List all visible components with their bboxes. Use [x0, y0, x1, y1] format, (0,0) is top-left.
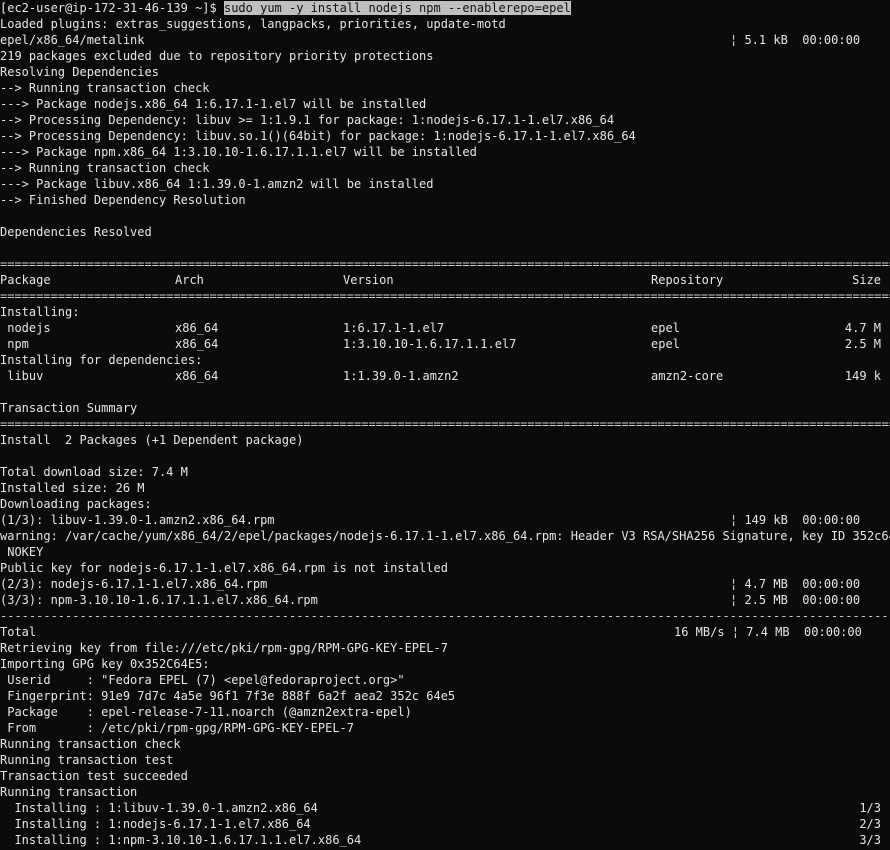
output-line: 219 packages excluded due to repository … [0, 49, 434, 63]
row-version: 1:6.17.1-1.el7 [343, 321, 445, 335]
row-package: libuv [0, 369, 44, 383]
output-line: --> Processing Dependency: libuv >= 1:1.… [0, 113, 615, 127]
selected-command[interactable]: sudo yum -y install nodejs npm --enabler… [223, 1, 571, 15]
row-package: npm [0, 337, 29, 351]
total-stat: 16 MB/s ¦ 7.4 MB 00:00:00 [674, 625, 862, 639]
download-line: (3/3): npm-3.10.10-1.6.17.1.1.el7.x86_64… [0, 592, 890, 608]
download-stat: ¦ 149 kB 00:00:00 [730, 513, 861, 527]
row-size: 149 k [844, 369, 881, 383]
download-size: Total download size: 7.4 M [0, 465, 188, 479]
metalink-label: epel/x86_64/metalink [0, 33, 145, 47]
install-line: Installing : 1:npm-3.10.10-1.6.17.1.1.el… [0, 832, 890, 848]
output-line: ---> Package libuv.x86_64 1:1.39.0-1.amz… [0, 177, 434, 191]
row-arch: x86_64 [175, 321, 219, 335]
output-line: Transaction test succeeded [0, 769, 188, 783]
install-summary: Install 2 Packages (+1 Dependent package… [0, 433, 304, 447]
output-line: --> Running transaction check [0, 81, 210, 95]
download-name: (2/3): nodejs-6.17.1-1.el7.x86_64.rpm [0, 577, 268, 591]
install-progress: 1/3 [859, 801, 881, 815]
install-text: Installing : 1:npm-3.10.10-1.6.17.1.1.el… [0, 833, 362, 847]
download-stat: ¦ 2.5 MB 00:00:00 [730, 593, 861, 607]
output-line: Userid : "Fedora EPEL (7) <epel@fedorapr… [0, 673, 405, 687]
header-arch: Arch [175, 273, 204, 287]
prompt-line: [ec2-user@ip-172-31-46-139 ~]$ sudo yum … [0, 0, 890, 16]
output-line: Fingerprint: 91e9 7d7c 4a5e 96f1 7f3e 88… [0, 689, 456, 703]
output-line: Retrieving key from file:///etc/pki/rpm-… [0, 641, 448, 655]
row-arch: x86_64 [175, 337, 219, 351]
table-row: libuv x86_64 1:1.39.0-1.amzn2 amzn2-core… [0, 368, 890, 384]
output-line: --> Running transaction check [0, 161, 210, 175]
transaction-summary-title: Transaction Summary [0, 401, 138, 415]
table-header-row: Package Arch Version Repository Size [0, 272, 890, 288]
header-size: Size [852, 273, 881, 287]
output-line: ---> Package npm.x86_64 1:3.10.10-1.6.17… [0, 145, 477, 159]
downloading-label: Downloading packages: [0, 497, 152, 511]
output-line: Running transaction test [0, 753, 174, 767]
download-name: (3/3): npm-3.10.10-1.6.17.1.1.el7.x86_64… [0, 593, 318, 607]
output-line: epel/x86_64/metalink ¦ 5.1 kB 00:00:00 [0, 32, 890, 48]
total-line: Total 16 MB/s ¦ 7.4 MB 00:00:00 [0, 624, 890, 640]
download-stat: ¦ 4.7 MB 00:00:00 [730, 577, 861, 591]
row-version: 1:1.39.0-1.amzn2 [343, 369, 459, 383]
output-line: Running transaction [0, 785, 138, 799]
install-progress: 2/3 [859, 817, 881, 831]
output-line: --> Finished Dependency Resolution [0, 193, 246, 207]
row-version: 1:3.10.10-1.6.17.1.1.el7 [343, 337, 517, 351]
terminal-window[interactable]: [ec2-user@ip-172-31-46-139 ~]$ sudo yum … [0, 0, 890, 850]
output-line: ---> Package nodejs.x86_64 1:6.17.1-1.el… [0, 97, 427, 111]
output-line: Package : epel-release-7-11.noarch (@amz… [0, 705, 412, 719]
install-progress: 3/3 [859, 833, 881, 847]
row-package: nodejs [0, 321, 51, 335]
download-name: (1/3): libuv-1.39.0-1.amzn2.x86_64.rpm [0, 513, 275, 527]
output-line: Running transaction check [0, 737, 181, 751]
total-label: Total [0, 625, 37, 639]
output-line: Importing GPG key 0x352C64E5: [0, 657, 210, 671]
output-line: Resolving Dependencies [0, 65, 159, 79]
table-row: npm x86_64 1:3.10.10-1.6.17.1.1.el7 epel… [0, 336, 890, 352]
install-text: Installing : 1:nodejs-6.17.1-1.el7.x86_6… [0, 817, 311, 831]
install-text: Installing : 1:libuv-1.39.0-1.amzn2.x86_… [0, 801, 318, 815]
row-arch: x86_64 [175, 369, 219, 383]
header-package: Package [0, 273, 51, 287]
output-line: Dependencies Resolved [0, 225, 152, 239]
warning-line: warning: /var/cache/yum/x86_64/2/epel/pa… [0, 529, 890, 543]
output-line: --> Processing Dependency: libuv.so.1()(… [0, 129, 636, 143]
installing-label: Installing: [0, 305, 80, 319]
row-size: 4.7 M [844, 321, 881, 335]
row-repository: epel [651, 337, 680, 351]
summary-rule: ========================================… [0, 417, 890, 431]
row-repository: epel [651, 321, 680, 335]
shell-prompt: [ec2-user@ip-172-31-46-139 ~]$ [0, 1, 217, 15]
table-rule-top: ========================================… [0, 257, 890, 271]
row-size: 2.5 M [844, 337, 881, 351]
dash-rule: ----------------------------------------… [0, 609, 890, 623]
nokey-line: NOKEY [0, 545, 44, 559]
install-line: Installing : 1:nodejs-6.17.1-1.el7.x86_6… [0, 816, 890, 832]
deps-label: Installing for dependencies: [0, 353, 203, 367]
output-line: Loaded plugins: extras_suggestions, lang… [0, 17, 506, 31]
install-line: Installing : 1:libuv-1.39.0-1.amzn2.x86_… [0, 800, 890, 816]
installed-size: Installed size: 26 M [0, 481, 145, 495]
row-repository: amzn2-core [651, 369, 724, 383]
metalink-stat: ¦ 5.1 kB 00:00:00 [730, 33, 861, 47]
download-line: (2/3): nodejs-6.17.1-1.el7.x86_64.rpm ¦ 4… [0, 576, 890, 592]
output-line: From : /etc/pki/rpm-gpg/RPM-GPG-KEY-EPEL… [0, 721, 355, 735]
table-rule-mid: ========================================… [0, 289, 890, 303]
header-version: Version [343, 273, 394, 287]
pubkey-line: Public key for nodejs-6.17.1-1.el7.x86_6… [0, 561, 448, 575]
table-row: nodejs x86_64 1:6.17.1-1.el7 epel 4.7 M [0, 320, 890, 336]
download-line: (1/3): libuv-1.39.0-1.amzn2.x86_64.rpm ¦ … [0, 512, 890, 528]
header-repository: Repository [651, 273, 724, 287]
